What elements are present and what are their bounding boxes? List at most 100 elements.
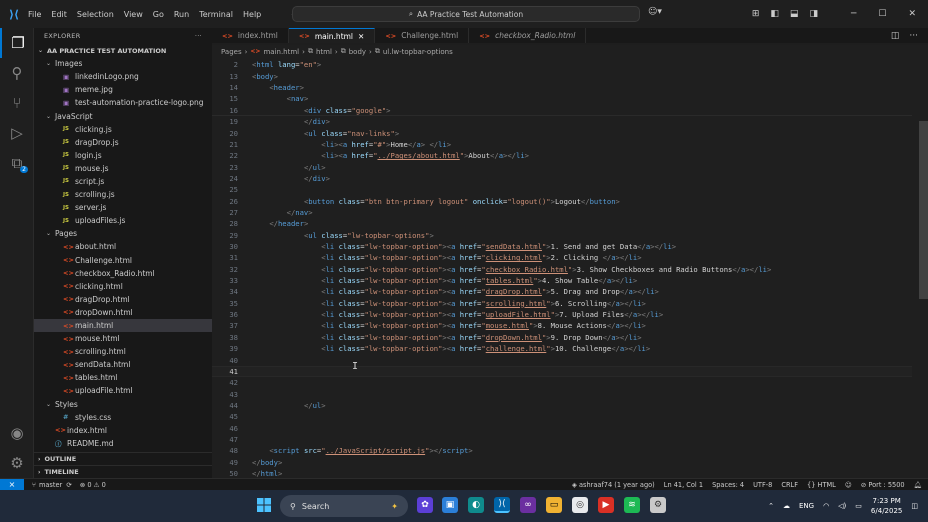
menu-item-file[interactable]: File [28,10,41,19]
file-item[interactable]: <> main.html [34,318,212,333]
file-item[interactable]: JS scrolling.js [34,188,212,201]
file-item[interactable]: <> tables.html [34,371,212,384]
spotify-icon[interactable]: ≋ [624,497,640,513]
menu-item-selection[interactable]: Selection [77,10,114,19]
customize-layout-icon[interactable]: ⊞ [752,9,760,19]
source-control-icon[interactable]: ⑂ [0,88,34,118]
file-item[interactable]: <> Challenge.html [34,254,212,267]
extensions-icon[interactable]: ⧉ 2 [0,148,34,178]
timeline-section[interactable]: › TIMELINE [34,465,212,478]
taskbar-search[interactable]: ⚲ Search ✦ [280,495,408,517]
file-item[interactable]: <> scrolling.html [34,345,212,358]
breadcrumb-item[interactable]: Pages [221,48,242,56]
code-line[interactable]: 22 <li><a href="../Pages/about.html">Abo… [212,150,912,161]
file-item[interactable]: JS dragDrop.js [34,136,212,149]
problems-count[interactable]: ⊗ 0 ⚠ 0 [80,481,106,489]
code-line[interactable]: 33 <li class="lw-topbar-option"><a href=… [212,275,912,286]
menu-item-run[interactable]: Run [174,10,189,19]
git-blame[interactable]: ◈ ashraaf74 (1 year ago) [572,481,655,489]
file-item[interactable]: JS uploadFiles.js [34,214,212,227]
code-line[interactable]: 2 <html lang="en"> [212,59,912,70]
file-item[interactable]: JS mouse.js [34,162,212,175]
code-line[interactable]: 19 </div> [212,116,912,127]
volume-icon[interactable]: ◁) [838,502,846,510]
folder-images[interactable]: ⌄ Images [34,57,212,70]
media-player-icon[interactable]: ▶ [598,497,614,513]
notifications-icon[interactable]: ◫ [911,502,918,510]
indentation[interactable]: Spaces: 4 [712,481,744,489]
copilot-app-icon[interactable]: ✿ [417,497,433,513]
menu-item-edit[interactable]: Edit [51,10,67,19]
code-line[interactable]: 25 [212,184,912,195]
settings-app-icon[interactable]: ⚙ [650,497,666,513]
language-mode[interactable]: {} HTML [807,481,836,489]
account-icon[interactable]: ◉ [0,418,34,448]
file-item[interactable]: <> mouse.html [34,332,212,345]
file-item[interactable]: ▣ linkedinLogo.png [34,70,212,83]
clock[interactable]: 7:23 PM 6/4/2025 [871,496,902,516]
code-line[interactable]: 35 <li class="lw-topbar-option"><a href=… [212,298,912,309]
run-debug-icon[interactable]: ▷ [0,118,34,148]
close-tab-icon[interactable]: ✕ [358,32,364,41]
code-line[interactable]: 29 <ul class="lw-topbar-options"> [212,230,912,241]
windows-start-icon[interactable] [256,497,272,513]
tab-challenge-html[interactable]: <> Challenge.html [375,28,470,43]
manage-gear-icon[interactable]: ⚙ [0,448,34,478]
code-line[interactable]: 39 <li class="lw-topbar-option"><a href=… [212,343,912,354]
file-item[interactable]: <> checkbox_Radio.html [34,267,212,280]
toggle-secondary-sidebar-icon[interactable]: ◨ [809,9,818,19]
file-item[interactable]: JS script.js [34,175,212,188]
code-line[interactable]: 31 <li class="lw-topbar-option"><a href=… [212,252,912,263]
code-line[interactable]: 21 <li><a href="#">Home</a> </li> [212,139,912,150]
code-line[interactable]: 48 <script src="../JavaScript/script.js"… [212,445,912,456]
task-view-icon[interactable]: ▣ [442,497,458,513]
file-item[interactable]: ▣ meme.jpg [34,83,212,96]
tab-main-html[interactable]: <> main.html ✕ [288,28,376,43]
sync-icon[interactable]: ⟳ [66,481,72,489]
code-line[interactable]: 26 <button class="btn btn-primary logout… [212,195,912,206]
vertical-scrollbar[interactable] [919,121,928,299]
edge-browser-icon[interactable]: ◐ [468,497,484,513]
code-line[interactable]: 36 <li class="lw-topbar-option"><a href=… [212,309,912,320]
code-line[interactable]: 40 [212,354,912,365]
toggle-primary-sidebar-icon[interactable]: ◧ [770,9,779,19]
workspace-root[interactable]: ⌄ AA PRACTICE TEST AUTOMATION [34,44,212,57]
code-line[interactable]: 37 <li class="lw-topbar-option"><a href=… [212,320,912,331]
notifications-bell-icon[interactable]: 🔔︎ [914,481,922,489]
file-item[interactable]: # styles.css [34,411,212,424]
file-explorer-icon[interactable]: ▭ [546,497,562,513]
branch-name[interactable]: master [39,481,62,489]
code-editor[interactable]: 2 <html lang="en"> 13 <body> 14 <header> 15 <… [212,58,928,478]
file-item[interactable]: <> about.html [34,240,212,253]
breadcrumb-item[interactable]: ul.lw-topbar-options [383,48,453,56]
menu-item-terminal[interactable]: Terminal [199,10,233,19]
file-item[interactable]: <> clicking.html [34,280,212,293]
visual-studio-icon[interactable]: ∞ [520,497,536,513]
wifi-icon[interactable]: ◠ [823,502,829,510]
code-line[interactable]: 32 <li class="lw-topbar-option"><a href=… [212,264,912,275]
end-of-line[interactable]: CRLF [781,481,798,489]
chrome-icon[interactable]: ◎ [572,497,588,513]
file-item[interactable]: <> index.html [34,424,212,437]
file-item[interactable]: <> sendData.html [34,358,212,371]
code-line[interactable]: 46 [212,422,912,433]
code-line[interactable]: 47 [212,434,912,445]
copilot-icon[interactable]: ☺▾ [648,7,662,17]
code-line[interactable]: 13 <body> [212,70,912,81]
breadcrumb-item[interactable]: body [349,48,366,56]
breadcrumb-item[interactable]: html [316,48,332,56]
code-line[interactable]: 24 </div> [212,173,912,184]
code-line[interactable]: 41 [212,365,912,378]
tab-index-html[interactable]: <> index.html [212,28,289,43]
code-line[interactable]: 45 [212,411,912,422]
copilot-status-icon[interactable]: ☺ [845,481,852,489]
encoding[interactable]: UTF-8 [753,481,772,489]
explorer-icon[interactable]: ❐ [0,28,34,58]
code-line[interactable]: 15 <nav> [212,93,912,104]
code-line[interactable]: 42 [212,377,912,388]
file-item[interactable]: <> uploadFile.html [34,384,212,397]
code-line[interactable]: 14 <header> [212,82,912,93]
minimize-icon[interactable]: ─ [851,9,856,19]
cursor-position[interactable]: Ln 41, Col 1 [664,481,703,489]
folder-javascript[interactable]: ⌄ JavaScript [34,109,212,122]
